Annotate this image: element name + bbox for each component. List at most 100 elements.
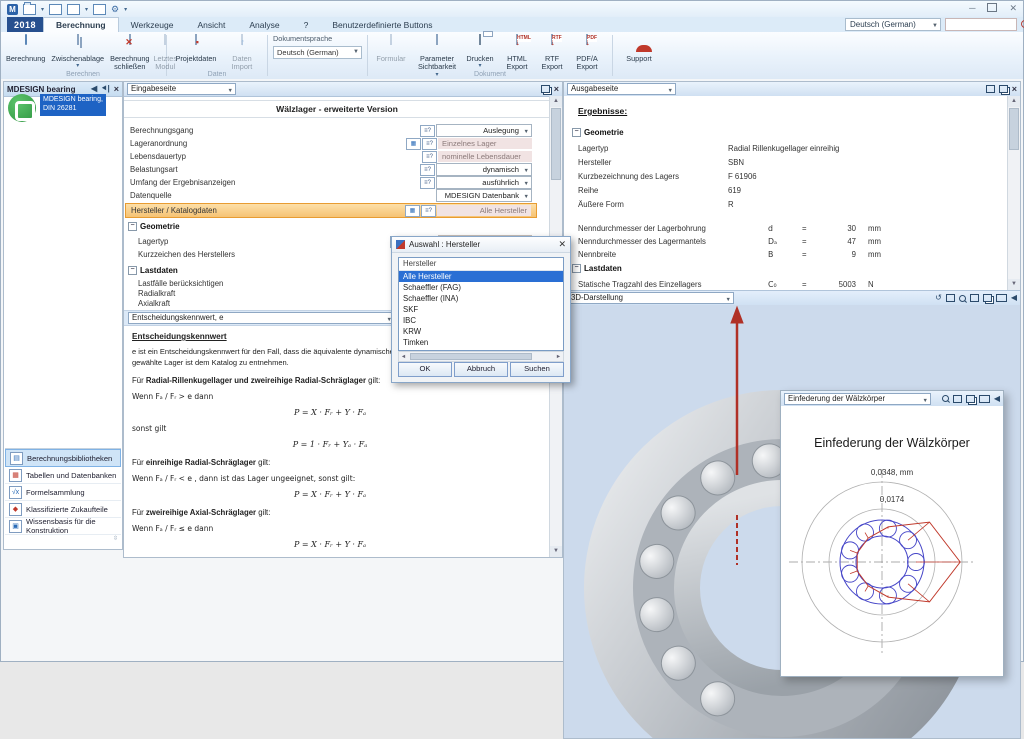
html-export-button[interactable]: HTML↓HTML Export <box>499 34 535 73</box>
dialog-close-icon[interactable]: ✕ <box>558 239 566 250</box>
frame-icon[interactable] <box>996 294 1007 302</box>
pdfa-export-button[interactable]: PDF↓PDF/A Export <box>569 34 605 73</box>
list-item[interactable]: IBC <box>399 315 563 326</box>
collapse-panel-icon[interactable]: ◀ <box>994 394 1000 404</box>
hersteller-row-highlighted[interactable]: Hersteller / Katalogdaten▦≡?Alle Herstel… <box>125 203 537 218</box>
float-panel-icon[interactable] <box>999 85 1008 93</box>
sidebar-item-klassifizierte-zukaufteile[interactable]: ◆Klassifizierte Zukaufteile <box>5 501 121 518</box>
tab-analyse[interactable]: Analyse <box>237 17 291 32</box>
list-item[interactable]: Alle Hersteller <box>399 271 563 282</box>
save-icon[interactable] <box>49 4 62 15</box>
zwischenablage-button[interactable]: Zwischenablage▾ <box>49 34 106 71</box>
save-dropdown[interactable]: ▾ <box>85 6 88 13</box>
tab-ansicht[interactable]: Ansicht <box>185 17 237 32</box>
maximize-button[interactable] <box>987 3 997 12</box>
tab-werkzeuge[interactable]: Werkzeuge <box>119 17 186 32</box>
copy-view-icon[interactable] <box>966 395 975 403</box>
output-panel-scrollbar[interactable]: ▲ ▼ <box>1007 96 1020 290</box>
berechnung-button[interactable]: Berechnung <box>4 34 47 64</box>
close-panel-icon[interactable]: × <box>1012 84 1017 94</box>
ok-button[interactable]: OK <box>398 362 452 377</box>
float-panel-icon[interactable] <box>541 85 550 93</box>
rtf-export-button[interactable]: RTF↓RTF Export <box>535 34 569 73</box>
settings-gear-icon[interactable]: ⚙ <box>111 4 119 14</box>
close-panel-icon[interactable]: × <box>554 84 559 94</box>
pin-left-icon[interactable]: ⯇| <box>101 84 110 94</box>
search-button[interactable]: Suchen <box>510 362 564 377</box>
close-button[interactable]: ✕ <box>1009 3 1017 14</box>
save-as-icon[interactable] <box>67 4 80 15</box>
dialog-titlebar[interactable]: Auswahl : Hersteller ✕ <box>392 237 570 253</box>
maximize-panel-icon[interactable] <box>986 85 995 93</box>
module-icon[interactable] <box>93 4 106 15</box>
list-item[interactable]: Schaeffler (INA) <box>399 293 563 304</box>
scroll-thumb[interactable] <box>410 353 532 360</box>
zoom-icon[interactable] <box>959 295 966 302</box>
view3d-page-select[interactable]: 3D-Darstellung▼ <box>567 292 734 304</box>
tab-benutzerdefinierte-buttons[interactable]: Benutzerdefinierte Buttons <box>320 17 444 32</box>
cube-view-icon[interactable] <box>946 294 955 302</box>
module-tree-node[interactable]: MDESIGN bearing, DIN 26281 <box>8 94 106 122</box>
datenquelle-select[interactable]: MDESIGN Datenbank▼ <box>436 189 532 202</box>
picture-select-icon[interactable]: ▦ <box>406 138 421 150</box>
scroll-thumb[interactable] <box>551 108 561 180</box>
help-icon[interactable]: ≡? <box>420 125 435 137</box>
help-icon[interactable]: ≡? <box>421 205 436 217</box>
list-item[interactable]: Schaeffler (FAG) <box>399 282 563 293</box>
belastungsart-select[interactable]: dynamisch▼ <box>436 163 532 176</box>
collapse-left-icon[interactable]: ◀ <box>91 84 97 94</box>
rotate-view-icon[interactable]: ↺ <box>935 293 942 303</box>
collapse-section-icon[interactable]: − <box>128 222 137 231</box>
scroll-up-arrow[interactable]: ▲ <box>550 96 562 107</box>
scroll-right-arrow[interactable]: ► <box>554 354 563 360</box>
projektdaten-button[interactable]: ▪Projektdaten <box>171 34 221 64</box>
new-window-icon[interactable] <box>953 395 962 403</box>
table-select-icon[interactable]: ▦ <box>405 205 420 217</box>
help-icon[interactable]: ≡? <box>420 164 435 176</box>
hersteller-value[interactable]: Alle Hersteller <box>437 205 531 216</box>
tab-help[interactable]: ? <box>292 17 321 32</box>
collapse-section-icon[interactable]: − <box>128 266 137 275</box>
support-button[interactable]: Support <box>617 34 661 64</box>
deflection-page-select[interactable]: Einfederung der Wälzkörper▼ <box>784 393 931 405</box>
cancel-button[interactable]: Abbruch <box>454 362 508 377</box>
tab-berechnung[interactable]: Berechnung <box>43 17 119 32</box>
list-item[interactable]: SKF <box>399 304 563 315</box>
sidebar-item-tabellen-und-datenbanken[interactable]: ▦Tabellen und Datenbanken <box>5 467 121 484</box>
copy-view-icon[interactable] <box>983 294 992 302</box>
formular-button[interactable]: Formular <box>372 34 410 64</box>
collapse-panel-icon[interactable]: ◀ <box>1011 293 1017 303</box>
list-item[interactable]: Timken <box>399 337 563 348</box>
scroll-thumb[interactable] <box>1009 108 1019 150</box>
umfang-select[interactable]: ausführlich▼ <box>436 176 532 189</box>
help-icon[interactable]: ≡? <box>422 138 437 150</box>
page-select-input[interactable]: Eingabeseite▼ <box>127 83 236 95</box>
collapse-section-icon[interactable]: − <box>572 128 581 137</box>
scroll-down-arrow[interactable]: ▼ <box>550 546 562 557</box>
open-file-dropdown[interactable]: ▾ <box>41 6 44 13</box>
close-panel-icon[interactable]: × <box>114 84 119 94</box>
zoom-icon[interactable] <box>942 395 949 402</box>
sidebar-item-formelsammlung[interactable]: √xFormelsammlung <box>5 484 121 501</box>
frame-icon[interactable] <box>979 395 990 403</box>
help-icon[interactable]: ≡? <box>420 177 435 189</box>
new-window-icon[interactable] <box>970 294 979 302</box>
ui-language-select[interactable]: Deutsch (German)▼ <box>845 18 941 31</box>
app-logo-icon[interactable]: M <box>7 4 18 15</box>
collapse-section-icon[interactable]: − <box>572 264 581 273</box>
search-input[interactable] <box>945 18 1017 31</box>
berechnungsgang-select[interactable]: Auslegung▼ <box>436 124 532 137</box>
page-select-output[interactable]: Ausgabeseite▼ <box>567 83 676 95</box>
list-item[interactable]: KRW <box>399 326 563 337</box>
minimize-button[interactable]: ─ <box>969 3 975 14</box>
hersteller-listbox[interactable]: Hersteller Alle Hersteller Schaeffler (F… <box>398 257 564 351</box>
dokumentsprache-select[interactable]: Deutsch (German)▼ <box>273 46 362 59</box>
drucken-button[interactable]: Drucken▾ <box>461 34 499 71</box>
lebensdauertyp-value[interactable]: nominelle Lebensdauer <box>438 151 532 162</box>
sidebar-item-wissensbasis[interactable]: ▣Wissensbasis für die Konstruktion <box>5 518 121 535</box>
dialog-horizontal-scrollbar[interactable]: ◄ ► <box>398 351 564 362</box>
sidebar-item-berechnungsbibliotheken[interactable]: ▤Berechnungsbibliotheken <box>5 449 121 467</box>
qat-customize-icon[interactable]: ▾ <box>124 6 127 13</box>
scroll-left-arrow[interactable]: ◄ <box>399 354 408 360</box>
lageranordnung-value[interactable]: Einzelnes Lager <box>438 138 532 149</box>
